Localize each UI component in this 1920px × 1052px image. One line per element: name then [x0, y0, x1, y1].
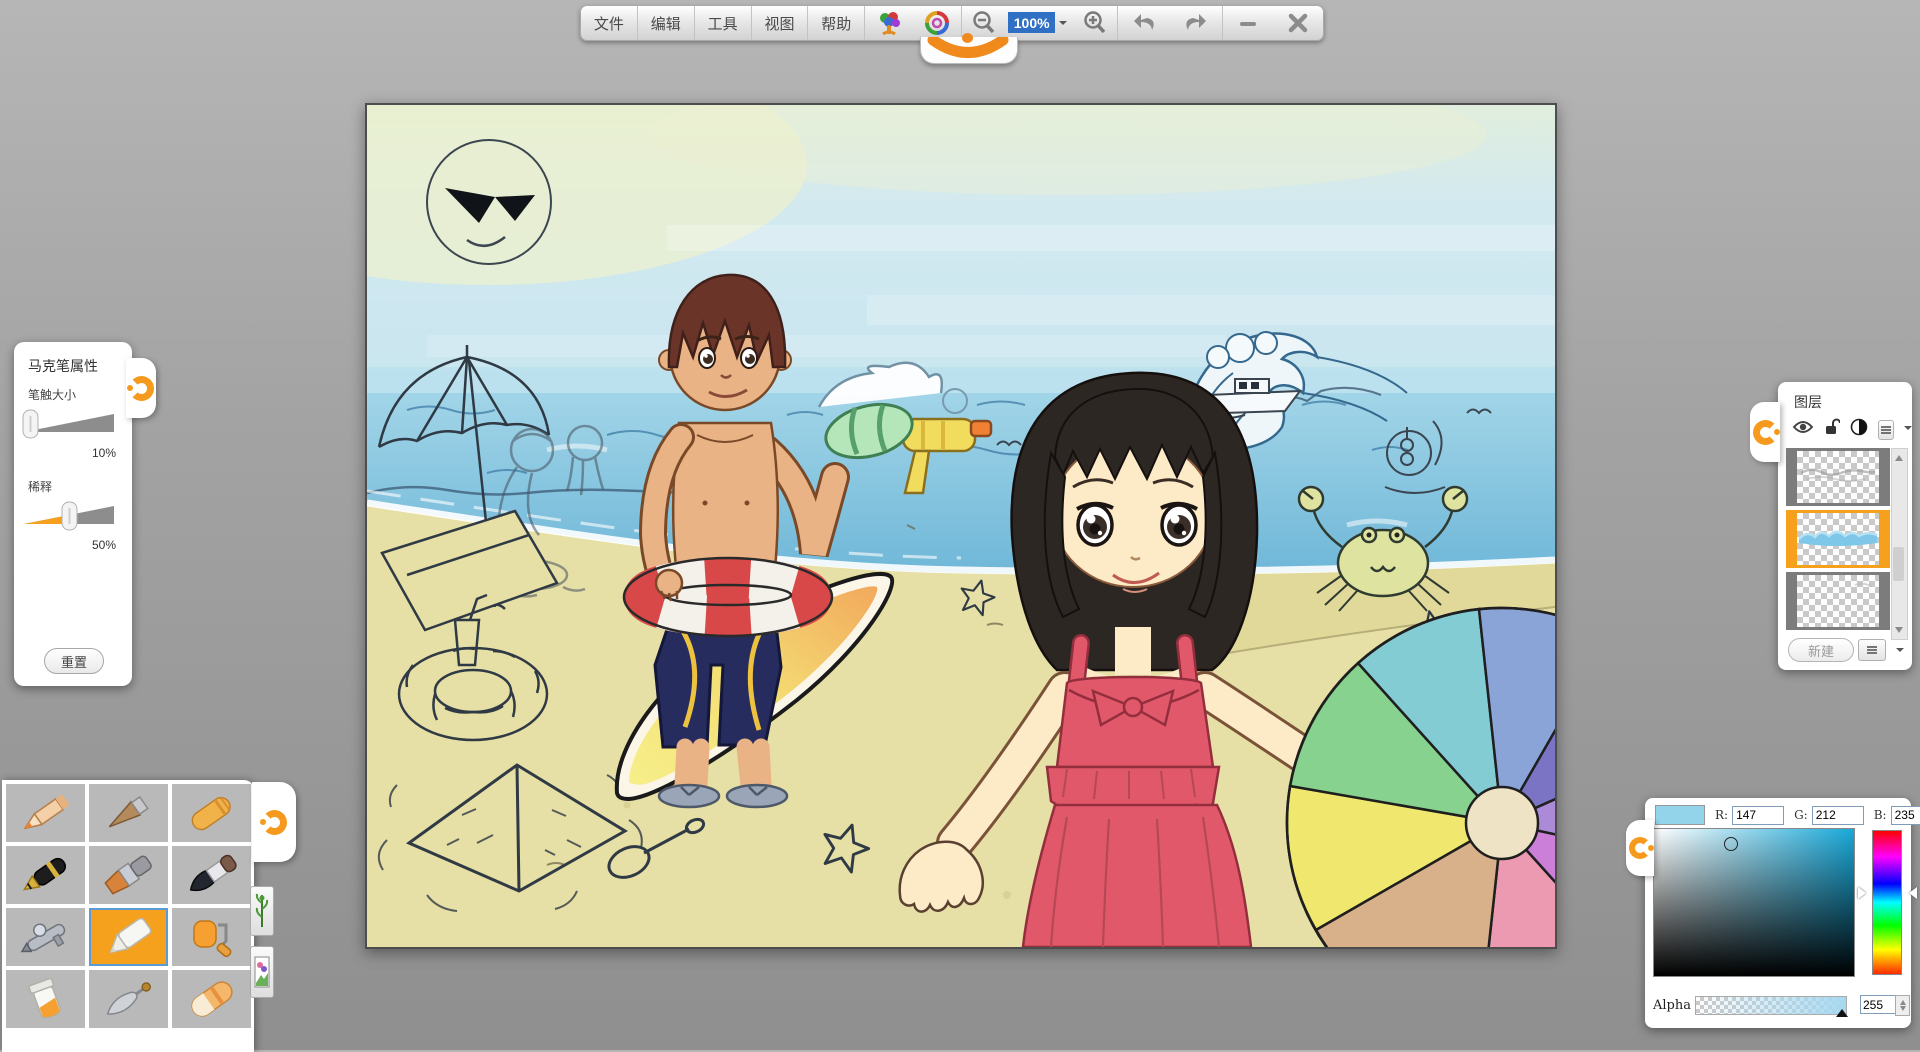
hue-strip[interactable]: [1872, 830, 1902, 975]
zoom-level-select[interactable]: 100%: [1008, 12, 1055, 33]
opacity-half-circle-icon[interactable]: [1850, 418, 1868, 441]
tool-ink-brush[interactable]: [172, 846, 251, 904]
layer-options-button[interactable]: [1858, 639, 1886, 661]
lock-icon[interactable]: [1824, 418, 1840, 441]
marker-properties-panel: 马克笔属性 笔触大小 10% 稀释 50% 重置: [14, 342, 132, 686]
tool-marker[interactable]: [89, 908, 168, 966]
scroll-up-icon[interactable]: [1892, 449, 1905, 463]
layers-panel-handle[interactable]: [1750, 402, 1780, 462]
marker-panel-handle[interactable]: [126, 358, 156, 418]
color-picker-panel: R: G: B: Alpha: [1645, 798, 1911, 1028]
b-label: B:: [1874, 808, 1887, 822]
picture-stamp-button[interactable]: [250, 946, 274, 998]
g-label: G:: [1794, 808, 1808, 822]
tool-palette-knife[interactable]: [89, 970, 168, 1028]
tool-paintbrush[interactable]: [89, 846, 168, 904]
sky: [367, 105, 1555, 405]
plant-stamp-button[interactable]: [250, 886, 274, 936]
layer-list: [1786, 448, 1890, 638]
sv-cursor[interactable]: [1724, 837, 1738, 851]
color-picker-handle[interactable]: [1626, 820, 1654, 876]
alpha-marker[interactable]: [1836, 1003, 1848, 1017]
reset-button[interactable]: 重置: [44, 648, 104, 674]
brush-size-label: 笔触大小: [28, 386, 132, 403]
new-layer-button[interactable]: 新建: [1788, 638, 1854, 662]
minimize-icon[interactable]: [1223, 6, 1273, 40]
tool-fountain-pen[interactable]: [6, 846, 85, 904]
layer-menu-icon[interactable]: [1878, 420, 1894, 440]
menu-edit[interactable]: 编辑: [638, 6, 695, 40]
swim-ring: [624, 558, 832, 636]
layer-item-2[interactable]: [1786, 510, 1890, 568]
b-input[interactable]: [1891, 806, 1920, 825]
tool-paint-roller[interactable]: [172, 908, 251, 966]
layers-panel-title: 图层: [1794, 392, 1912, 412]
r-input[interactable]: [1732, 806, 1784, 825]
tool-eraser[interactable]: [172, 970, 251, 1028]
visibility-eye-icon[interactable]: [1792, 419, 1814, 440]
saturation-value-square[interactable]: [1653, 828, 1855, 977]
marker-panel-title: 马克笔属性: [28, 356, 132, 376]
tool-palette: [2, 780, 254, 1052]
tool-pastel-stick[interactable]: [89, 784, 168, 842]
hue-marker-right[interactable]: [1903, 887, 1917, 899]
menu-view[interactable]: 视图: [752, 6, 809, 40]
menu-help[interactable]: 帮助: [808, 6, 865, 40]
mascot-eye-tree-icon: [865, 6, 913, 40]
layer-list-scrollbar[interactable]: [1891, 448, 1908, 640]
tool-palette-handle[interactable]: [252, 782, 296, 862]
zoom-dropdown-caret[interactable]: [1059, 21, 1067, 29]
current-color-swatch: [1655, 805, 1705, 825]
alpha-input[interactable]: [1860, 995, 1896, 1014]
r-label: R:: [1715, 808, 1728, 822]
layer-item-1[interactable]: [1786, 448, 1890, 506]
redo-icon[interactable]: [1170, 6, 1222, 40]
zoom-in-icon[interactable]: [1073, 6, 1117, 40]
layer-menu-caret[interactable]: [1904, 426, 1912, 434]
sun: [427, 140, 551, 264]
layer-item-3[interactable]: [1786, 572, 1890, 630]
brush-size-value: 10%: [14, 446, 116, 460]
alpha-spinner[interactable]: [1895, 995, 1910, 1016]
main-toolbar: 文件 编辑 工具 视图 帮助 100%: [580, 5, 1324, 41]
hue-marker-left[interactable]: [1858, 887, 1872, 899]
dilution-value: 50%: [14, 538, 116, 552]
scrollbar-thumb[interactable]: [1893, 547, 1904, 581]
alpha-label: Alpha: [1653, 998, 1691, 1013]
drawing-canvas[interactable]: [365, 103, 1557, 949]
menu-tools[interactable]: 工具: [695, 6, 752, 40]
dilution-label: 稀释: [28, 478, 132, 495]
mascot-nose-icon: [962, 33, 973, 43]
menu-file[interactable]: 文件: [581, 6, 638, 40]
alpha-slider[interactable]: [1695, 996, 1847, 1015]
brush-size-slider[interactable]: [20, 405, 120, 441]
mascot-eye-ring-icon: [913, 6, 961, 40]
close-icon[interactable]: [1273, 6, 1323, 40]
layers-panel: 图层: [1778, 382, 1912, 670]
tool-airbrush[interactable]: [6, 908, 85, 966]
g-input[interactable]: [1812, 806, 1864, 825]
tool-pencil[interactable]: [6, 784, 85, 842]
layer-options-caret[interactable]: [1896, 648, 1904, 656]
undo-icon[interactable]: [1118, 6, 1170, 40]
dilution-slider[interactable]: [20, 497, 120, 533]
tool-paint-bottle[interactable]: [6, 970, 85, 1028]
scroll-down-icon[interactable]: [1892, 625, 1905, 639]
tool-crayon[interactable]: [172, 784, 251, 842]
